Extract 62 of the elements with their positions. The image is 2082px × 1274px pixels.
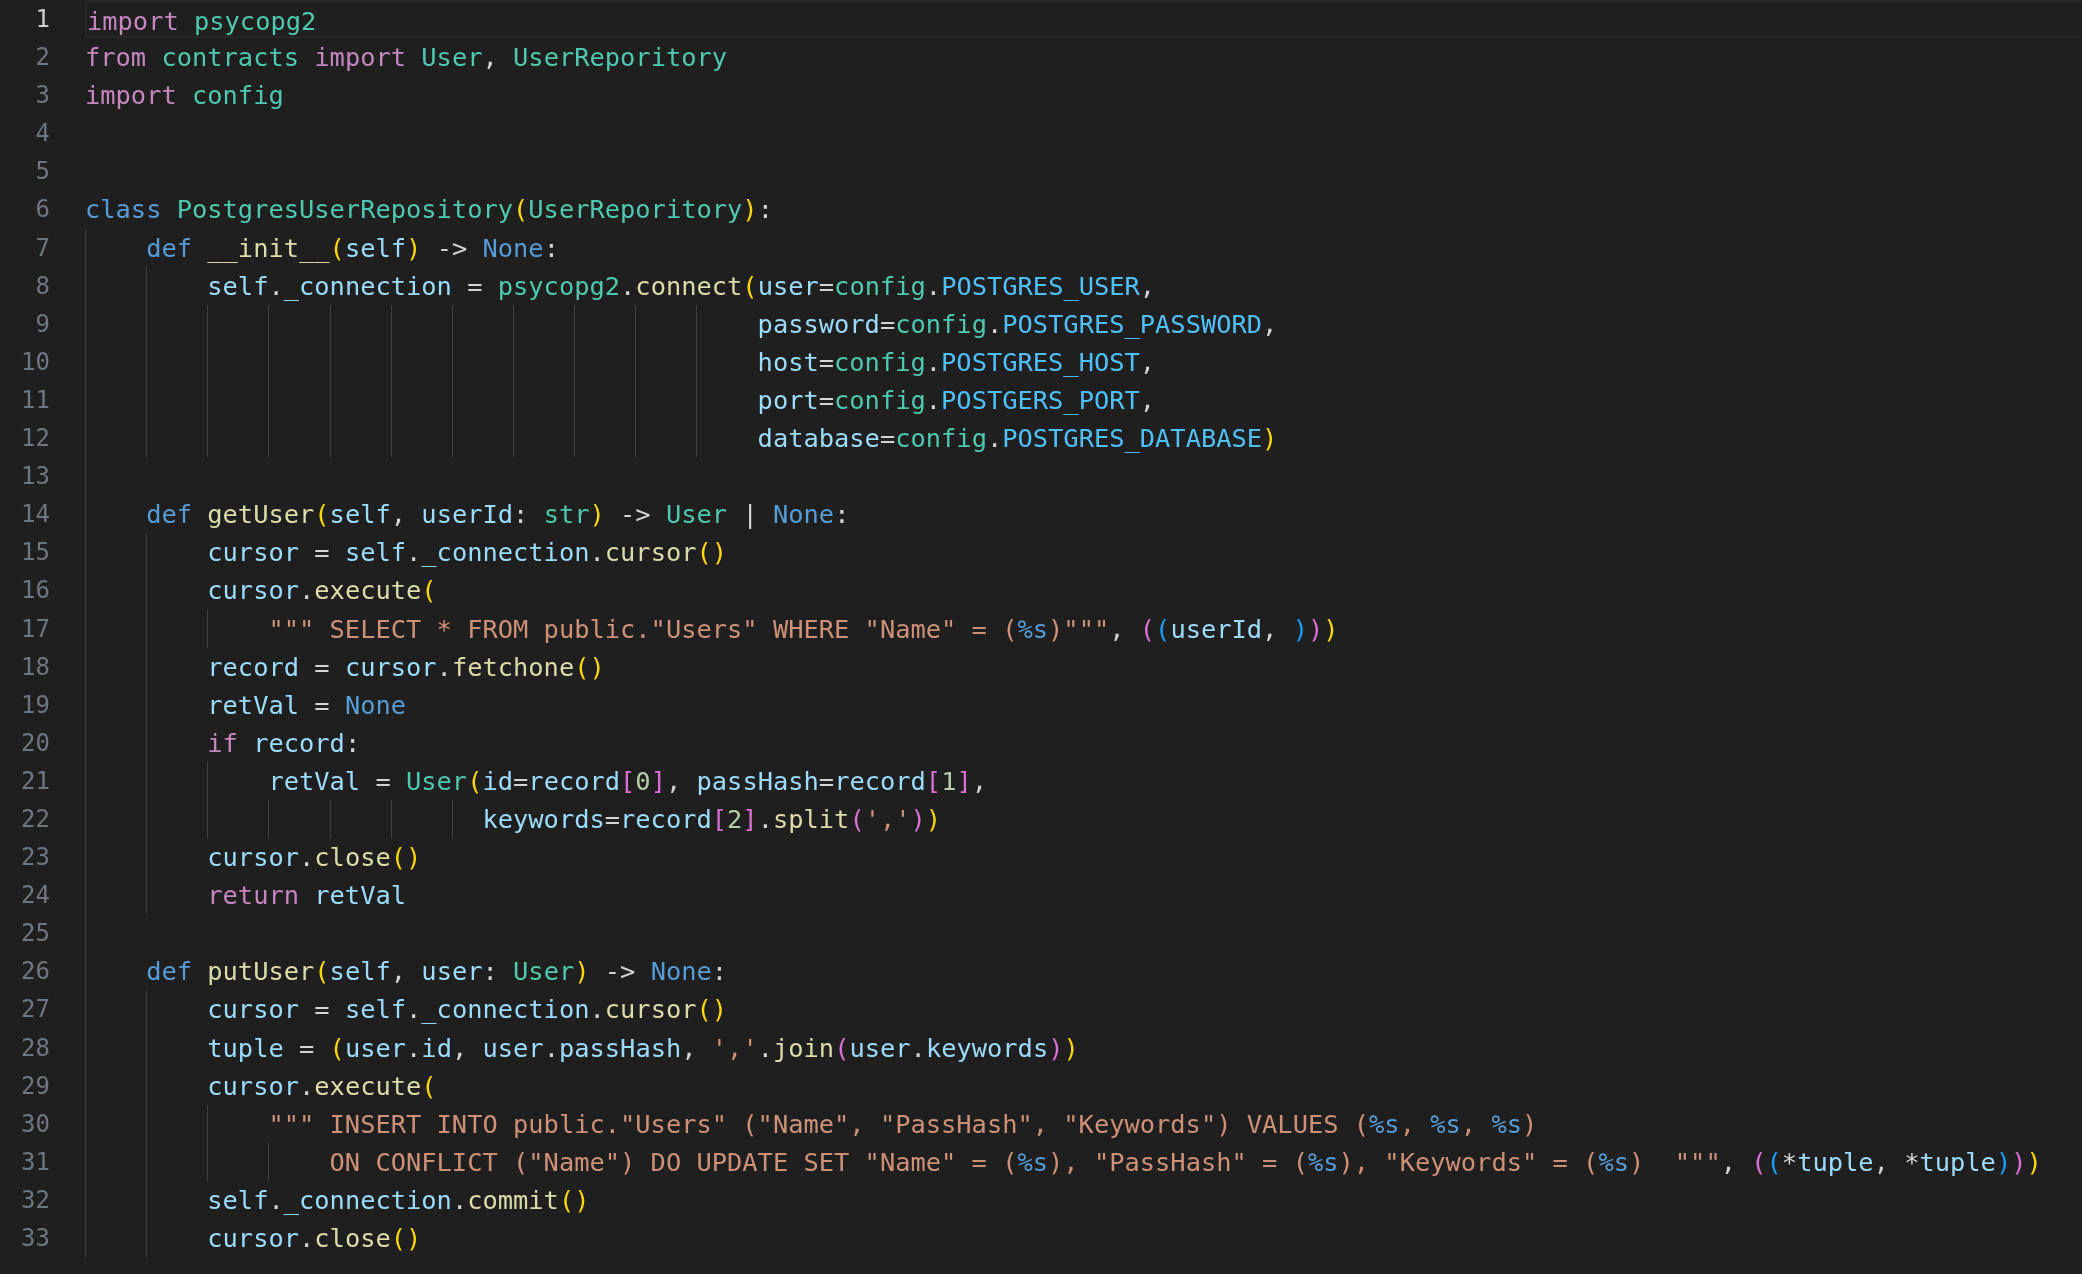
code-line: self._connection = psycopg2.connect(user=config.POSTGRES_USER, (206, 270, 1156, 301)
code-line: password=config.POSTGRES_PASSWORD, (756, 308, 1278, 339)
line-number: 18 (20, 651, 50, 683)
line-number: 28 (20, 1032, 50, 1064)
code-line: keywords=record[2].split(',')) (481, 803, 942, 834)
line-number: 9 (34, 308, 50, 340)
code-line: """ INSERT INTO public."Users" ("Name", "PassHash", "Keywords") VALUES (%s, %s, %s) (267, 1108, 1538, 1139)
line-number: 24 (20, 880, 50, 912)
code-line: cursor.close() (206, 842, 422, 873)
code-line: return retVal (206, 880, 406, 911)
line-number: 11 (20, 384, 50, 416)
code-line: import config (85, 80, 284, 111)
code-line: import psycopg2 (87, 6, 317, 36)
line-number: 1 (34, 4, 50, 35)
code-line: cursor.close() (206, 1223, 422, 1253)
code-line: tuple = (user.id, user.passHash, ','.join(user.keywords)) (206, 1032, 1079, 1063)
line-number: 16 (20, 575, 50, 607)
line-number: 30 (20, 1108, 50, 1140)
line-number: 8 (34, 270, 50, 302)
code-line: retVal = None (206, 689, 407, 720)
line-number: 25 (20, 918, 50, 950)
line-number: 20 (20, 727, 50, 759)
line-number: 26 (20, 956, 50, 988)
line-number: 15 (20, 537, 50, 569)
line-number: 4 (34, 118, 50, 150)
line-number: 32 (20, 1184, 50, 1216)
line-number: 19 (20, 689, 50, 721)
line-number: 29 (20, 1070, 50, 1102)
code-line: retVal = User(id=record[0], passHash=record[1], (267, 765, 988, 796)
code-line: host=config.POSTGRES_HOST, (756, 346, 1156, 377)
code-line: self._connection.commit() (206, 1184, 590, 1215)
code-line: from contracts import User, UserReporitory (85, 42, 728, 73)
line-number: 22 (20, 803, 50, 835)
code-line: def putUser(self, user: User) -> None: (145, 956, 728, 987)
line-number: 17 (20, 613, 50, 645)
code-line: cursor.execute( (206, 1070, 437, 1101)
code-line: record = cursor.fetchone() (206, 651, 605, 682)
line-number: 14 (20, 499, 50, 531)
line-number: 7 (34, 232, 50, 264)
line-number: 3 (34, 80, 50, 112)
code-line: database=config.POSTGRES_DATABASE) (756, 423, 1278, 454)
code-line: cursor = self._connection.cursor() (206, 994, 728, 1025)
line-number: 2 (34, 42, 50, 74)
code-line: def __init__(self) -> None: (145, 232, 559, 263)
line-number: 31 (20, 1146, 50, 1178)
line-number: 12 (20, 423, 50, 455)
code-line: if record: (206, 727, 361, 758)
line-number: 6 (34, 194, 50, 226)
line-number: 13 (20, 461, 50, 493)
code-line: cursor = self._connection.cursor() (206, 537, 728, 568)
code-line: cursor.execute( (206, 575, 437, 606)
code-line: port=config.POSTGERS_PORT, (756, 384, 1156, 415)
line-number: 10 (20, 346, 50, 378)
line-number: 23 (20, 842, 50, 874)
line-number: 21 (20, 765, 50, 797)
code-line: ON CONFLICT ("Name") DO UPDATE SET "Name" = (%s), "PassHash" = (%s), "Keywords" = (%s) """, ((*tuple, *tuple))) (328, 1146, 2042, 1177)
line-number: 5 (34, 156, 50, 188)
code-line: def getUser(self, userId: str) -> User | None: (145, 499, 850, 530)
line-number: 27 (20, 994, 50, 1026)
code-line: class PostgresUserRepository(UserReporitory): (85, 194, 773, 225)
line-number: 33 (20, 1223, 50, 1254)
code-line: """ SELECT * FROM public."Users" WHERE "Name" = (%s)""", ((userId, ))) (267, 613, 1339, 644)
